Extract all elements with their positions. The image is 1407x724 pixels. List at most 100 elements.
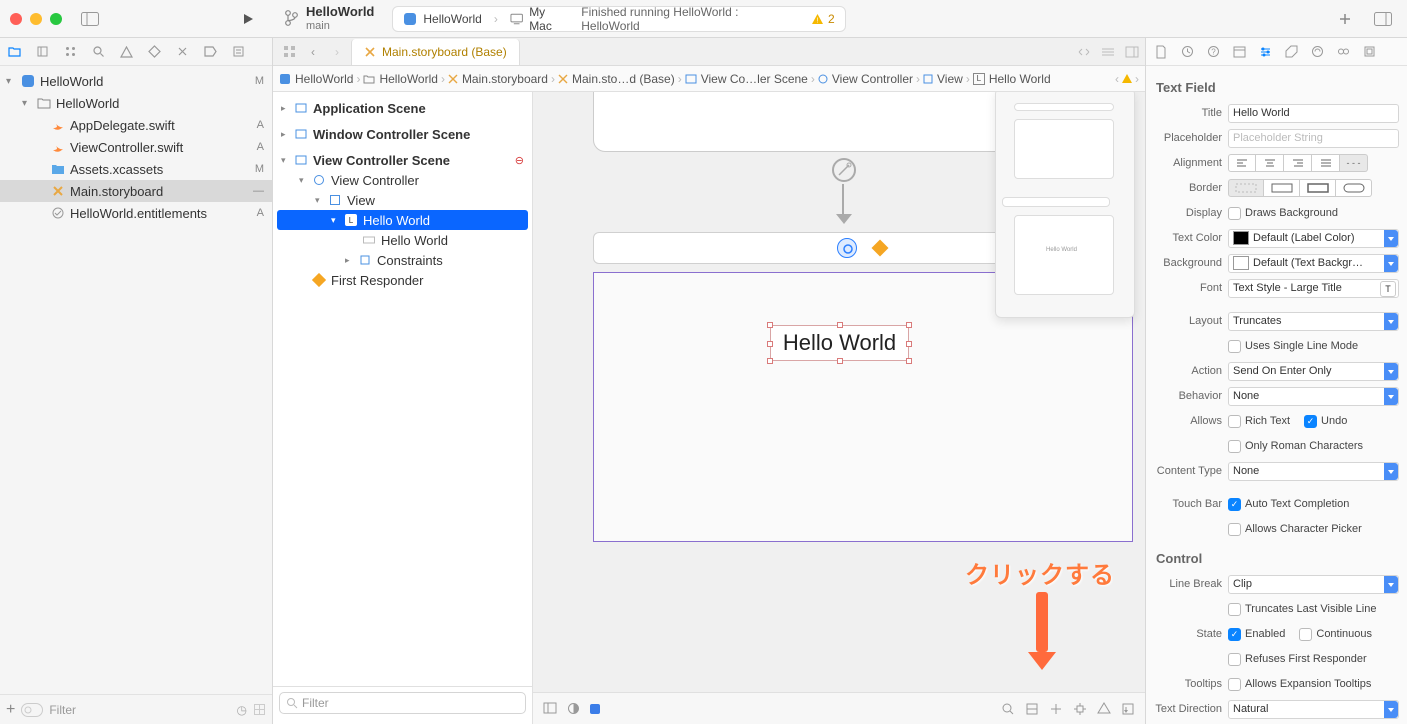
border-bezel-icon[interactable] (1300, 179, 1336, 197)
add-assistant-icon[interactable] (1125, 46, 1139, 58)
jump-seg[interactable]: View (923, 72, 963, 86)
outline-textfield-selected[interactable]: ▾ L Hello World (277, 210, 528, 230)
align-justify-icon[interactable] (1312, 154, 1340, 172)
library-icon[interactable] (1121, 702, 1135, 716)
forward-button[interactable]: › (327, 42, 347, 62)
debug-navigator-icon[interactable] (174, 44, 190, 60)
bindings-inspector-icon[interactable] (1334, 43, 1352, 61)
single-line-checkbox[interactable] (1228, 340, 1241, 353)
issue-navigator-icon[interactable] (118, 44, 134, 60)
connections-inspector-icon[interactable] (1308, 43, 1326, 61)
truncates-last-checkbox[interactable] (1228, 603, 1241, 616)
close-window-button[interactable] (10, 13, 22, 25)
layout-select[interactable]: Truncates (1228, 312, 1399, 331)
font-select[interactable]: Text Style - Large TitleT (1228, 279, 1399, 298)
filter-scope-icon[interactable] (21, 703, 43, 717)
source-control-navigator-icon[interactable] (34, 44, 50, 60)
minimize-window-button[interactable] (30, 13, 42, 25)
adjust-editor-icon[interactable] (1101, 46, 1115, 58)
scheme-selector[interactable]: HelloWorld main (284, 5, 374, 31)
text-color-select[interactable]: Default (Label Color) (1228, 229, 1399, 248)
back-button[interactable]: ‹ (303, 42, 323, 62)
tree-file-selected[interactable]: Main.storyboard — (0, 180, 272, 202)
add-file-icon[interactable]: + (6, 701, 15, 719)
run-button[interactable] (234, 8, 262, 30)
align-left-icon[interactable] (1228, 154, 1256, 172)
align-icon[interactable] (1049, 702, 1063, 716)
continuous-checkbox[interactable] (1299, 628, 1312, 641)
activity-status-bar[interactable]: HelloWorld › My Mac Finished running Hel… (392, 6, 845, 32)
navigator-filter-input[interactable]: Filter (49, 703, 230, 717)
jump-seg[interactable]: HelloWorld (279, 72, 353, 86)
size-inspector-icon[interactable] (1282, 43, 1300, 61)
line-break-select[interactable]: Clip (1228, 575, 1399, 594)
effects-inspector-icon[interactable] (1360, 43, 1378, 61)
pin-constraints-icon[interactable] (1073, 702, 1087, 716)
breakpoint-navigator-icon[interactable] (202, 44, 218, 60)
jump-seg[interactable]: LHello World (973, 72, 1051, 86)
outline-first-responder[interactable]: First Responder (273, 270, 532, 290)
maximize-window-button[interactable] (50, 13, 62, 25)
resolve-constraints-icon[interactable] (1097, 702, 1111, 716)
tree-root[interactable]: ▾ HelloWorld M (0, 70, 272, 92)
scm-filter-icon[interactable] (253, 703, 266, 716)
align-natural-icon[interactable]: - - - (1340, 154, 1368, 172)
zoom-fit-icon[interactable] (1001, 702, 1015, 716)
tree-file[interactable]: HelloWorld.entitlements A (0, 202, 272, 224)
tree-group[interactable]: ▾ HelloWorld (0, 92, 272, 114)
rich-text-checkbox[interactable] (1228, 415, 1241, 428)
jump-seg[interactable]: View Co…ler Scene (685, 72, 808, 86)
expansion-tooltips-checkbox[interactable] (1228, 678, 1241, 691)
tree-file[interactable]: Assets.xcassets M (0, 158, 272, 180)
jump-seg[interactable]: View Controller (818, 72, 913, 86)
align-center-icon[interactable] (1256, 154, 1284, 172)
find-navigator-icon[interactable] (90, 44, 106, 60)
align-right-icon[interactable] (1284, 154, 1312, 172)
canvas-minimap[interactable]: Hello World (995, 92, 1135, 318)
toggle-inspector-icon[interactable] (1369, 8, 1397, 30)
storyboard-canvas[interactable]: Hello World クリックする (533, 92, 1145, 724)
tree-file[interactable]: ViewController.swift A (0, 136, 272, 158)
add-editor-button[interactable] (1331, 8, 1359, 30)
alignment-segmented-control[interactable]: - - - (1228, 154, 1368, 172)
content-type-select[interactable]: None (1228, 462, 1399, 481)
editor-tab-active[interactable]: Main.storyboard (Base) (351, 39, 520, 65)
selected-textfield[interactable]: Hello World (770, 325, 909, 361)
refuses-checkbox[interactable] (1228, 653, 1241, 666)
toggle-navigator-icon[interactable] (76, 8, 104, 30)
embed-icon[interactable] (1025, 702, 1039, 716)
related-items-icon[interactable] (279, 42, 299, 62)
roman-checkbox[interactable] (1228, 440, 1241, 453)
draws-background-checkbox[interactable] (1228, 207, 1241, 220)
border-none-icon[interactable] (1228, 179, 1264, 197)
border-segmented-control[interactable] (1228, 179, 1372, 197)
border-rounded-icon[interactable] (1336, 179, 1372, 197)
project-navigator-icon[interactable] (6, 44, 22, 60)
recent-icon[interactable]: ◷ (237, 703, 247, 717)
auto-complete-checkbox[interactable]: ✓ (1228, 498, 1241, 511)
char-picker-checkbox[interactable] (1228, 523, 1241, 536)
outline-scene[interactable]: ▸ Window Controller Scene (273, 124, 532, 144)
title-input[interactable]: Hello World (1228, 104, 1399, 123)
placeholder-input[interactable]: Placeholder String (1228, 129, 1399, 148)
zoom-indicator[interactable] (590, 704, 600, 714)
file-inspector-icon[interactable] (1152, 43, 1170, 61)
jump-seg[interactable]: Main.sto…d (Base) (558, 72, 675, 86)
jump-back-icon[interactable]: ‹ (1115, 72, 1119, 86)
first-responder-icon[interactable] (871, 239, 889, 257)
symbol-navigator-icon[interactable] (62, 44, 78, 60)
toggle-outline-icon[interactable] (543, 702, 557, 715)
outline-scene[interactable]: ▸ Application Scene (273, 98, 532, 118)
warning-icon[interactable] (1121, 73, 1133, 84)
jump-bar[interactable]: HelloWorld› HelloWorld› Main.storyboard›… (273, 66, 1145, 92)
identity-inspector-icon[interactable] (1230, 43, 1248, 61)
outline-cell[interactable]: Hello World (273, 230, 532, 250)
font-picker-icon[interactable]: T (1380, 281, 1396, 297)
history-inspector-icon[interactable] (1178, 43, 1196, 61)
delete-scene-icon[interactable]: ⊖ (515, 154, 524, 167)
jump-seg[interactable]: HelloWorld (363, 72, 437, 86)
behavior-select[interactable]: None (1228, 387, 1399, 406)
action-select[interactable]: Send On Enter Only (1228, 362, 1399, 381)
outline-view[interactable]: ▾ View (273, 190, 532, 210)
border-line-icon[interactable] (1264, 179, 1300, 197)
